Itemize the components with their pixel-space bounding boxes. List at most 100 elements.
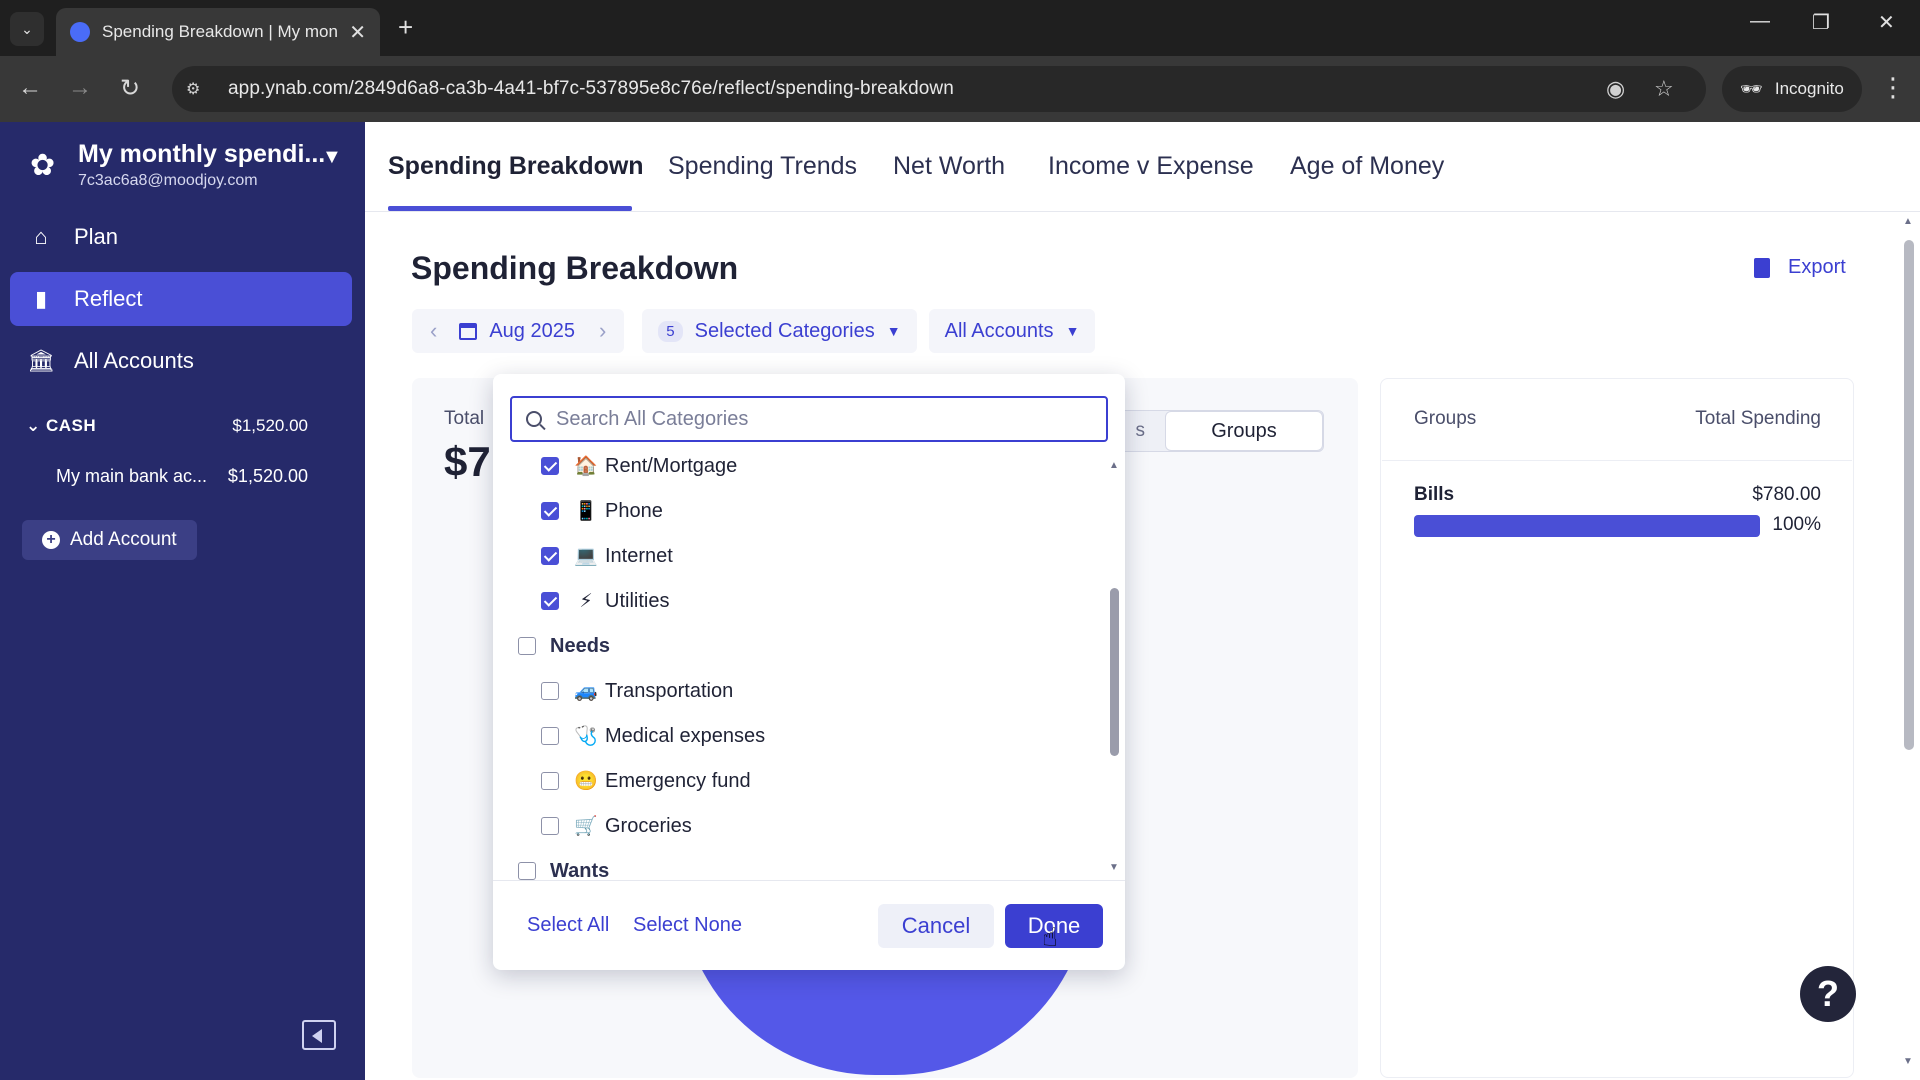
- active-tab-indicator: [388, 206, 632, 211]
- chevron-down-icon: ⌄: [26, 416, 46, 435]
- toggle-groups-option[interactable]: Groups: [1165, 411, 1323, 451]
- cart-icon: 🛒: [574, 816, 598, 837]
- cash-total: $1,520.00: [232, 416, 308, 435]
- category-list: 🏠 Rent/Mortgage 📱 Phone 💻 Internet ⚡ Uti…: [493, 448, 1105, 880]
- export-label: Export: [1788, 256, 1846, 278]
- checkbox-unchecked[interactable]: [518, 862, 536, 880]
- forward-icon[interactable]: →: [68, 74, 92, 102]
- close-window-icon[interactable]: ✕: [1878, 10, 1895, 35]
- groups-table-card: [1380, 378, 1854, 1078]
- site-info-icon[interactable]: ⚙: [186, 79, 210, 99]
- select-all-button[interactable]: Select All: [527, 914, 609, 937]
- prev-month-icon[interactable]: ‹: [416, 318, 451, 344]
- checkbox-unchecked[interactable]: [518, 637, 536, 655]
- accounts-filter-button[interactable]: All Accounts ▼: [928, 309, 1096, 353]
- category-item-rent-mortgage[interactable]: 🏠 Rent/Mortgage: [541, 448, 737, 484]
- incognito-badge[interactable]: 🕶 Incognito: [1722, 66, 1862, 112]
- restore-icon[interactable]: ❐: [1812, 10, 1830, 35]
- category-search-field[interactable]: [510, 396, 1108, 442]
- category-label: Groceries: [605, 814, 692, 837]
- category-item-phone[interactable]: 📱 Phone: [541, 493, 663, 529]
- sidebar: ✿ My monthly spendi... 7c3ac6a8@moodjoy.…: [0, 122, 365, 1080]
- collapse-sidebar-icon[interactable]: [302, 1020, 336, 1050]
- list-scroll-down-icon[interactable]: ▼: [1109, 862, 1119, 873]
- cash-group-row[interactable]: ⌄ CASH $1,520.00: [26, 416, 308, 436]
- group-row-name[interactable]: Bills: [1414, 484, 1454, 506]
- category-item-groceries[interactable]: 🛒 Groceries: [541, 808, 692, 844]
- checkbox-checked[interactable]: [541, 592, 559, 610]
- category-item-medical-expenses[interactable]: 🩺 Medical expenses: [541, 718, 765, 754]
- category-search-input[interactable]: [556, 407, 1106, 431]
- url-text[interactable]: app.ynab.com/2849d6a8-ca3b-4a41-bf7c-537…: [228, 78, 954, 100]
- plus-circle-icon: +: [42, 531, 60, 549]
- sidebar-item-label: All Accounts: [74, 348, 194, 373]
- category-item-internet[interactable]: 💻 Internet: [541, 538, 673, 574]
- checkbox-checked[interactable]: [541, 457, 559, 475]
- account-row[interactable]: My main bank ac... $1,520.00: [56, 466, 308, 487]
- export-button[interactable]: Export: [1754, 256, 1846, 279]
- total-spending-column-header: Total Spending: [1695, 408, 1821, 429]
- category-label: Emergency fund: [605, 769, 751, 792]
- sidebar-item-label: Plan: [74, 224, 119, 249]
- help-button[interactable]: ?: [1800, 966, 1856, 1022]
- category-item-transportation[interactable]: 🚙 Transportation: [541, 673, 733, 709]
- browser-toolbar: ← → ↻ ⚙ app.ynab.com/2849d6a8-ca3b-4a41-…: [0, 56, 1920, 122]
- close-tab-icon[interactable]: ✕: [349, 20, 366, 45]
- tab-net-worth[interactable]: Net Worth: [893, 152, 1005, 181]
- eye-off-icon[interactable]: ◉: [1606, 76, 1625, 102]
- tab-spending-trends[interactable]: Spending Trends: [668, 152, 857, 181]
- add-account-button[interactable]: + Add Account: [22, 520, 197, 560]
- sidebar-item-all-accounts[interactable]: 🏛 All Accounts: [10, 334, 352, 388]
- budget-name: My monthly spendi...: [78, 140, 326, 168]
- checkbox-unchecked[interactable]: [541, 727, 559, 745]
- minimize-icon[interactable]: —: [1750, 10, 1770, 33]
- group-row-bar-fill: [1414, 515, 1760, 537]
- checkbox-unchecked[interactable]: [541, 682, 559, 700]
- list-scrollbar-thumb[interactable]: [1110, 588, 1119, 756]
- browser-menu-icon[interactable]: ⋮: [1880, 72, 1906, 103]
- dropdown-footer-divider: [493, 880, 1125, 881]
- grimace-face-icon: 😬: [574, 771, 598, 792]
- category-item-emergency-fund[interactable]: 😬 Emergency fund: [541, 763, 751, 799]
- bar-chart-icon: ▮: [34, 286, 48, 311]
- browser-tab[interactable]: Spending Breakdown | My mon ✕: [56, 8, 380, 56]
- tab-list-button[interactable]: ⌄: [10, 12, 44, 46]
- next-month-icon[interactable]: ›: [585, 318, 620, 344]
- tab-income-v-expense[interactable]: Income v Expense: [1048, 152, 1254, 181]
- category-label: Phone: [605, 499, 663, 522]
- tab-spending-breakdown[interactable]: Spending Breakdown: [388, 152, 644, 181]
- date-label[interactable]: Aug 2025: [489, 320, 575, 343]
- ynab-favicon-icon: [70, 22, 90, 42]
- select-none-button[interactable]: Select None: [633, 914, 742, 937]
- reload-icon[interactable]: ↻: [120, 74, 140, 103]
- sidebar-item-plan[interactable]: ⌂ Plan: [10, 210, 352, 264]
- budget-switcher[interactable]: ✿ My monthly spendi... 7c3ac6a8@moodjoy.…: [30, 140, 350, 198]
- category-group-needs[interactable]: Needs: [518, 628, 610, 664]
- category-item-utilities[interactable]: ⚡ Utilities: [541, 583, 669, 619]
- file-export-icon: [1754, 257, 1770, 278]
- address-bar[interactable]: ⚙ app.ynab.com/2849d6a8-ca3b-4a41-bf7c-5…: [172, 66, 1706, 112]
- add-account-label: Add Account: [70, 529, 177, 550]
- selected-count-badge: 5: [658, 320, 683, 342]
- cash-label: CASH: [45, 416, 97, 435]
- budget-email: 7c3ac6a8@moodjoy.com: [78, 172, 258, 189]
- checkbox-checked[interactable]: [541, 547, 559, 565]
- categories-filter-button[interactable]: 5 Selected Categories ▼: [642, 309, 917, 353]
- checkbox-checked[interactable]: [541, 502, 559, 520]
- page-scrollbar-thumb[interactable]: [1904, 240, 1914, 750]
- scroll-down-arrow-icon[interactable]: ▼: [1903, 1056, 1913, 1067]
- group-row-amount: $780.00: [1752, 484, 1821, 505]
- checkbox-unchecked[interactable]: [541, 772, 559, 790]
- list-scroll-up-icon[interactable]: ▲: [1109, 460, 1119, 471]
- back-icon[interactable]: ←: [18, 74, 42, 102]
- star-icon[interactable]: ☆: [1654, 76, 1674, 102]
- cancel-button[interactable]: Cancel: [878, 904, 994, 948]
- category-group-wants[interactable]: Wants: [518, 853, 609, 880]
- checkbox-unchecked[interactable]: [541, 817, 559, 835]
- sidebar-item-reflect[interactable]: ▮ Reflect: [10, 272, 352, 326]
- new-tab-icon[interactable]: +: [398, 12, 413, 43]
- house-icon: 🏠: [574, 456, 598, 477]
- scroll-up-arrow-icon[interactable]: ▲: [1903, 216, 1913, 227]
- tab-age-of-money[interactable]: Age of Money: [1290, 152, 1444, 181]
- account-name: My main bank ac...: [56, 466, 208, 486]
